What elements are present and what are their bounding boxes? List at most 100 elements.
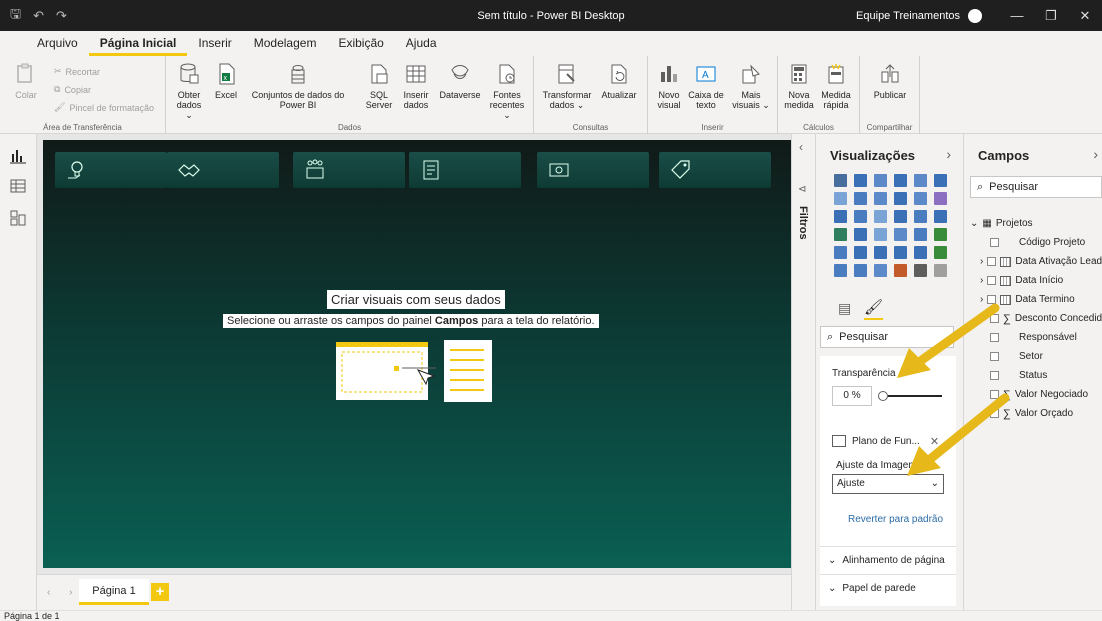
scatter-icon[interactable] bbox=[874, 210, 887, 223]
field-item[interactable]: › Data Início bbox=[970, 271, 1102, 290]
treemap-icon[interactable] bbox=[934, 210, 947, 223]
new-measure-button[interactable]: Nova medida bbox=[782, 62, 816, 110]
page-nav-arrows[interactable]: ‹ › bbox=[47, 587, 80, 598]
map-icon[interactable] bbox=[834, 228, 847, 241]
user-name[interactable]: Equipe Treinamentos bbox=[856, 10, 960, 22]
new-visual-button[interactable]: Novo visual bbox=[654, 62, 684, 110]
tile-tag[interactable] bbox=[659, 152, 771, 188]
tile-lightbulb[interactable] bbox=[55, 152, 167, 188]
page-tab-1[interactable]: Página 1 bbox=[79, 579, 149, 605]
field-item[interactable]: › Data Termino bbox=[970, 290, 1102, 309]
percent-bar-icon[interactable] bbox=[914, 174, 927, 187]
area-chart-icon[interactable] bbox=[854, 192, 867, 205]
quick-measure-button[interactable]: Medida rápida bbox=[818, 62, 854, 110]
field-checkbox[interactable] bbox=[990, 371, 999, 380]
data-view-icon[interactable] bbox=[10, 178, 26, 194]
recent-sources-button[interactable]: Fontes recentes ⌄ bbox=[486, 62, 528, 120]
tile-meeting[interactable] bbox=[293, 152, 405, 188]
multi-row-card-icon[interactable] bbox=[914, 228, 927, 241]
image-fit-select[interactable]: Ajuste ⌄ bbox=[832, 474, 944, 494]
transparency-input[interactable]: 0 % bbox=[832, 386, 872, 406]
donut-chart-icon[interactable] bbox=[914, 210, 927, 223]
revert-to-default-link[interactable]: Reverter para padrão bbox=[848, 514, 943, 525]
field-item[interactable]: Setor bbox=[970, 347, 1102, 366]
field-item[interactable]: ∑ Valor Orçado bbox=[970, 404, 1102, 423]
clustered-bar-icon[interactable] bbox=[874, 174, 887, 187]
tile-money[interactable] bbox=[537, 152, 649, 188]
filters-pane-collapsed[interactable]: ‹ ⊲ Filtros bbox=[791, 134, 815, 610]
page-alignment-section[interactable]: ⌄ Alinhamento de página bbox=[820, 546, 956, 574]
funnel-icon[interactable] bbox=[854, 210, 867, 223]
background-image-row[interactable]: Plano de Fun... ✕ bbox=[832, 428, 948, 454]
wallpaper-section[interactable]: ⌄ Papel de parede bbox=[820, 574, 956, 602]
field-item[interactable]: ∑ Desconto Concedido bbox=[970, 309, 1102, 328]
matrix-icon[interactable] bbox=[874, 246, 887, 259]
refresh-button[interactable]: Atualizar bbox=[596, 62, 642, 100]
paginated-report-icon[interactable] bbox=[894, 264, 907, 277]
r-visual-icon[interactable] bbox=[894, 246, 907, 259]
tile-report[interactable] bbox=[409, 152, 521, 188]
stacked-bar-icon[interactable] bbox=[834, 174, 847, 187]
chevron-left-icon[interactable]: ‹ bbox=[799, 140, 803, 154]
field-checkbox[interactable] bbox=[990, 333, 999, 342]
avatar[interactable] bbox=[968, 8, 982, 23]
field-item[interactable]: ∑ Valor Negociado bbox=[970, 385, 1102, 404]
field-checkbox[interactable] bbox=[990, 314, 999, 323]
kpi-icon[interactable] bbox=[934, 228, 947, 241]
qa-icon[interactable] bbox=[854, 264, 867, 277]
decomposition-tree-icon[interactable] bbox=[834, 264, 847, 277]
python-visual-icon[interactable] bbox=[914, 246, 927, 259]
tile-handshake[interactable] bbox=[167, 152, 279, 188]
gauge-icon[interactable] bbox=[874, 228, 887, 241]
chevron-right-icon[interactable]: › bbox=[1093, 146, 1098, 162]
sql-server-button[interactable]: SQL Server bbox=[362, 62, 396, 110]
field-checkbox[interactable] bbox=[987, 276, 997, 285]
smart-narrative-icon[interactable] bbox=[874, 264, 887, 277]
report-canvas[interactable]: Criar visuais com seus dados Selecione o… bbox=[43, 140, 791, 568]
field-checkbox[interactable] bbox=[990, 238, 999, 247]
field-checkbox[interactable] bbox=[990, 390, 999, 399]
slider-knob[interactable] bbox=[878, 391, 888, 401]
field-item[interactable]: Código Projeto bbox=[970, 233, 1102, 252]
field-item[interactable]: Responsável bbox=[970, 328, 1102, 347]
copy-button[interactable]: ⧉ Copiar bbox=[54, 84, 91, 95]
close-icon[interactable]: ✕ bbox=[930, 435, 939, 448]
line-chart-icon[interactable] bbox=[834, 192, 847, 205]
excel-button[interactable]: x Excel bbox=[212, 62, 240, 100]
tab-exibicao[interactable]: Exibição bbox=[327, 36, 394, 56]
table-projetos[interactable]: ⌄ ▦ Projetos bbox=[970, 214, 1102, 233]
field-checkbox[interactable] bbox=[987, 257, 997, 266]
chevron-right-icon[interactable]: › bbox=[980, 294, 983, 305]
fields-well-icon[interactable]: ▤ bbox=[838, 300, 851, 317]
paste-button[interactable]: Colar bbox=[14, 62, 38, 100]
format-brush-icon[interactable]: 🖌 bbox=[864, 298, 884, 320]
more-visuals-button[interactable]: Mais visuais ⌄ bbox=[730, 62, 772, 110]
tab-pagina-inicial[interactable]: Página Inicial bbox=[88, 36, 188, 56]
key-influencers-icon[interactable] bbox=[934, 246, 947, 259]
slicer-icon[interactable] bbox=[834, 246, 847, 259]
filled-map-icon[interactable] bbox=[854, 228, 867, 241]
table-visual-icon[interactable] bbox=[854, 246, 867, 259]
more-options-icon[interactable] bbox=[934, 264, 947, 277]
report-view-icon[interactable] bbox=[10, 148, 26, 164]
cut-button[interactable]: ✂ Recortar bbox=[54, 66, 100, 77]
enter-data-button[interactable]: Inserir dados bbox=[398, 62, 434, 110]
add-page-button[interactable]: + bbox=[151, 583, 169, 601]
maximize-button[interactable]: ❐ bbox=[1034, 8, 1068, 24]
field-item[interactable]: › Data Ativação Lead bbox=[970, 252, 1102, 271]
power-apps-icon[interactable] bbox=[914, 264, 927, 277]
publish-button[interactable]: Publicar bbox=[870, 62, 910, 100]
card-icon[interactable] bbox=[894, 228, 907, 241]
format-search-input[interactable]: ⌕ Pesquisar bbox=[820, 326, 954, 348]
redo-icon[interactable]: ↷ bbox=[56, 8, 67, 24]
fields-search-input[interactable]: ⌕ Pesquisar bbox=[970, 176, 1102, 198]
clustered-column-icon[interactable] bbox=[894, 174, 907, 187]
percent-column-icon[interactable] bbox=[934, 174, 947, 187]
chevron-right-icon[interactable]: › bbox=[980, 275, 983, 286]
pie-chart-icon[interactable] bbox=[894, 210, 907, 223]
get-data-button[interactable]: Obter dados ⌄ bbox=[172, 62, 206, 120]
line-column-icon[interactable] bbox=[894, 192, 907, 205]
save-icon[interactable]: 🖫 bbox=[10, 5, 21, 27]
tab-arquivo[interactable]: Arquivo bbox=[26, 36, 89, 56]
ribbon-chart-icon[interactable] bbox=[934, 192, 947, 205]
